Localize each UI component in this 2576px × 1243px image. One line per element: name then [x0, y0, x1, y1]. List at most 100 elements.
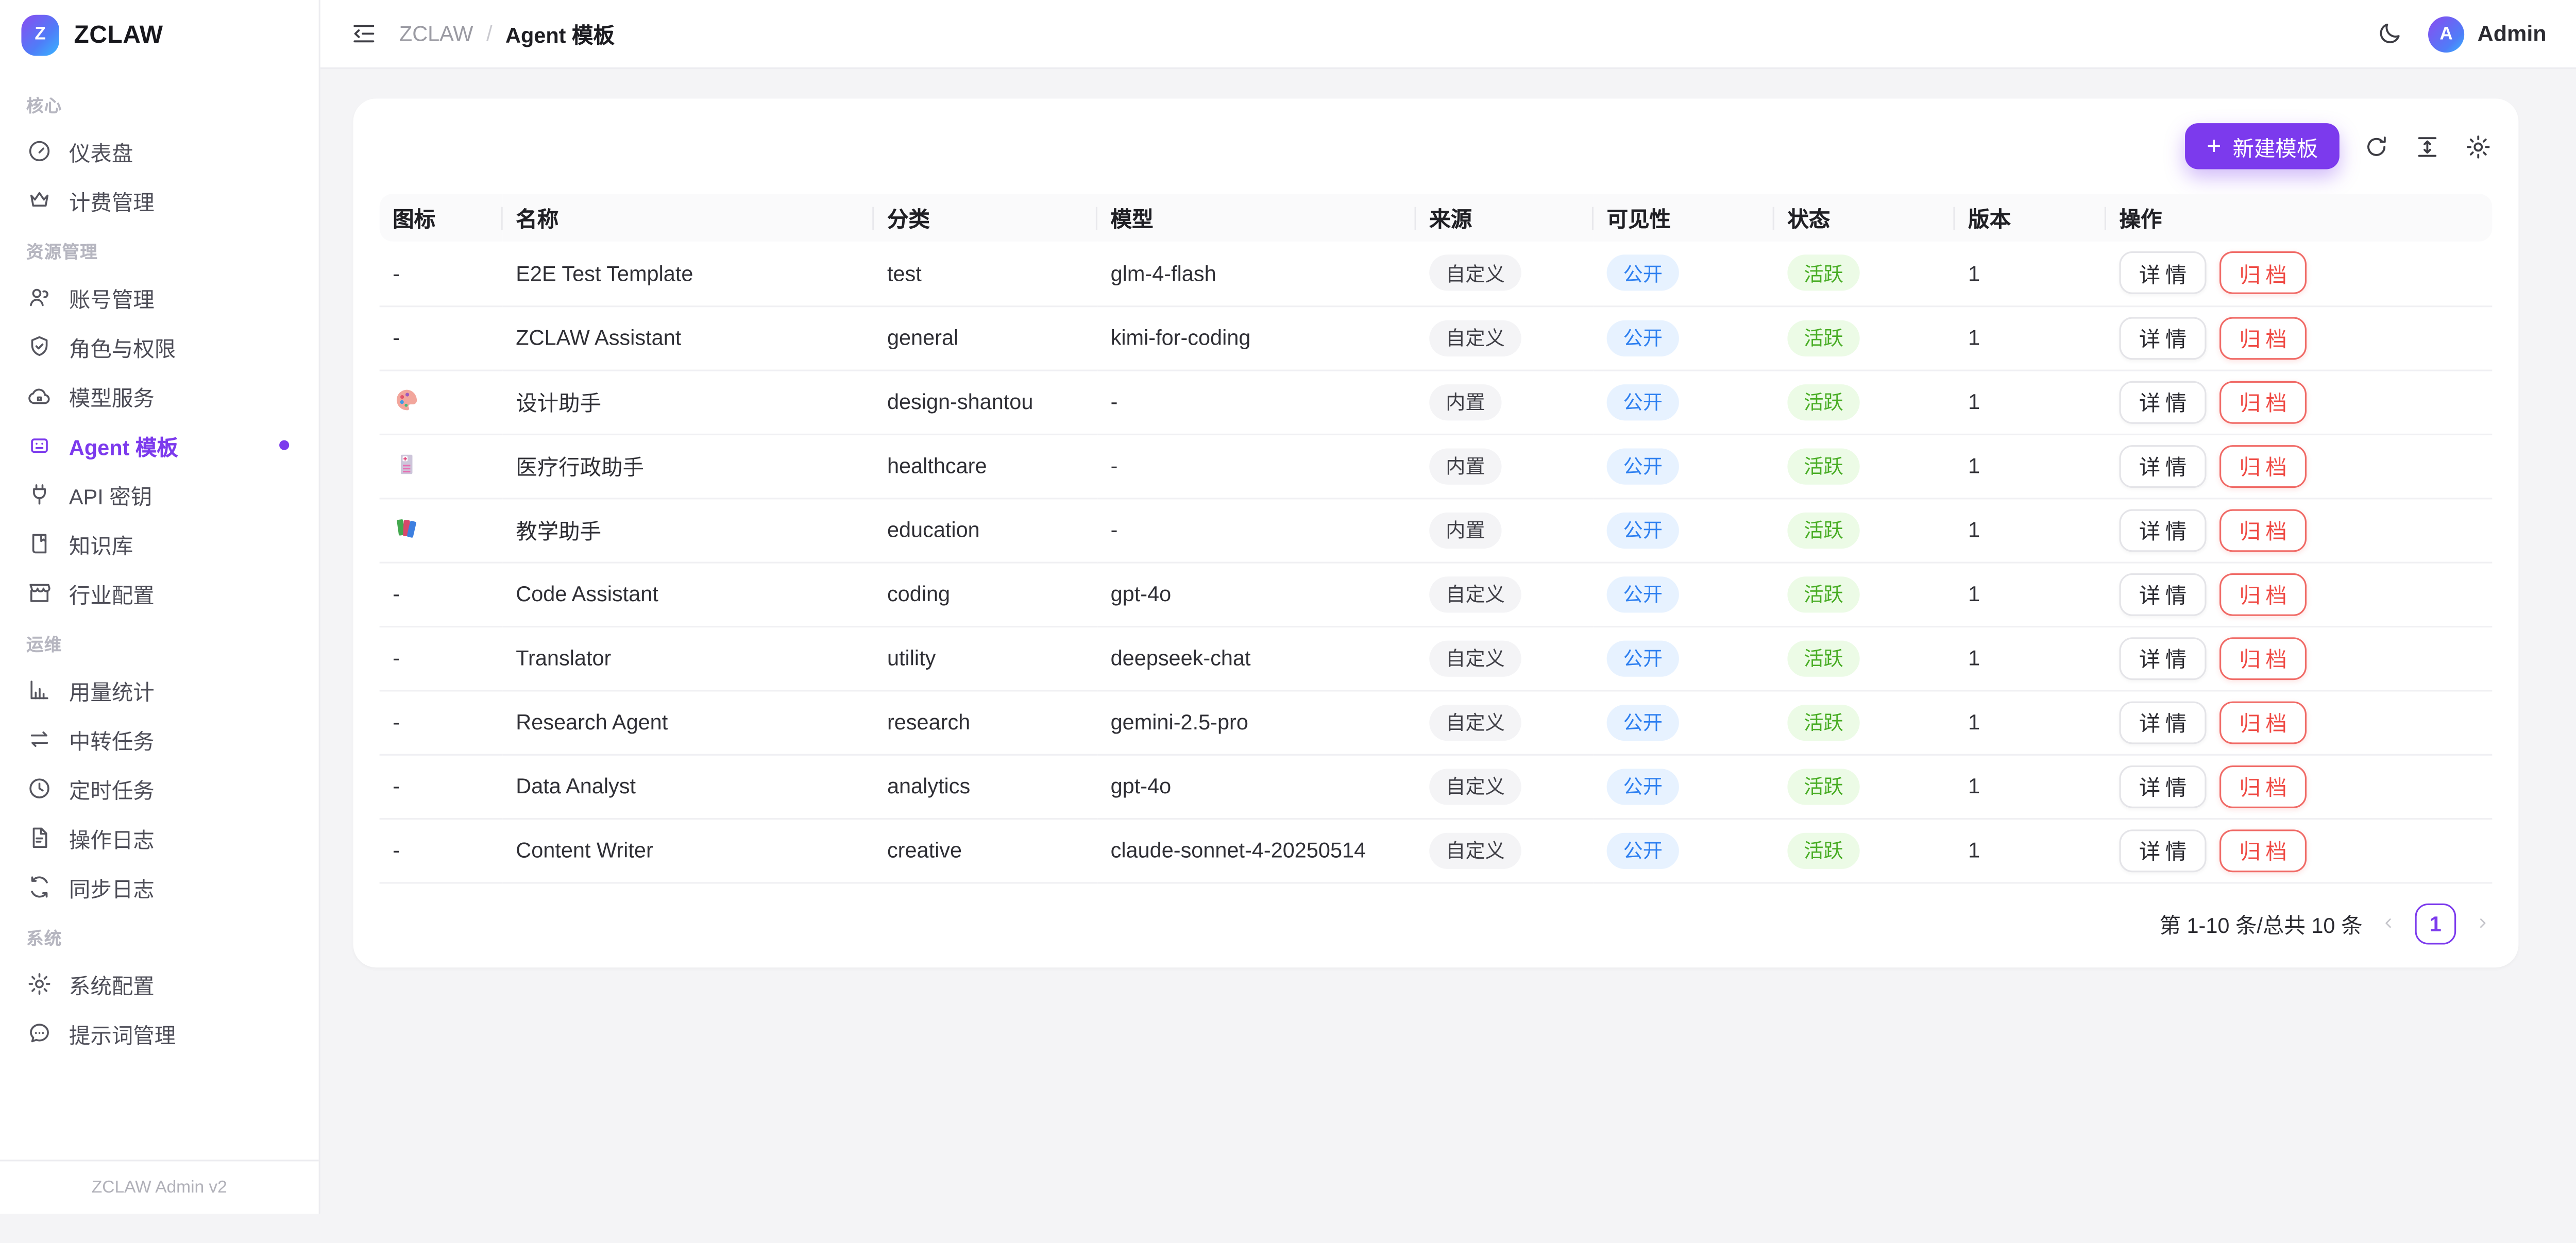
detail-button[interactable]: 详情: [2120, 764, 2207, 807]
status-badge: 活跃: [1787, 512, 1859, 548]
archive-button[interactable]: 归档: [2219, 572, 2307, 615]
sidebar-item-scheduled-tasks[interactable]: 定时任务: [13, 764, 306, 813]
sidebar-item-label: 角色与权限: [69, 331, 176, 363]
sidebar-item-roles-permissions[interactable]: 角色与权限: [13, 322, 306, 371]
bar-chart-icon: [26, 677, 53, 703]
cell-icon: [380, 369, 503, 433]
sidebar-item-api-keys[interactable]: API 密钥: [13, 470, 306, 519]
page-1-button[interactable]: 1: [2415, 903, 2456, 944]
archive-button[interactable]: 归档: [2219, 829, 2307, 872]
archive-button[interactable]: 归档: [2219, 316, 2307, 359]
cell-name: Research Agent: [503, 690, 874, 754]
cell-actions: 详情归档: [2106, 434, 2492, 498]
cell-version: 1: [1955, 305, 2106, 369]
cell-source: 自定义: [1416, 690, 1594, 754]
cell-status: 活跃: [1774, 242, 1955, 305]
sidebar-item-usage-stats[interactable]: 用量统计: [13, 665, 306, 714]
status-badge: 活跃: [1787, 448, 1859, 484]
archive-button[interactable]: 归档: [2219, 637, 2307, 679]
detail-button[interactable]: 详情: [2120, 445, 2207, 487]
chevron-right-icon: [2472, 913, 2492, 933]
detail-button[interactable]: 详情: [2120, 508, 2207, 551]
column-settings-button[interactable]: [2464, 132, 2492, 160]
status-badge: 活跃: [1787, 640, 1859, 676]
theme-toggle-button[interactable]: [2376, 20, 2403, 47]
column-header-6: 状态: [1774, 194, 1955, 241]
refresh-button[interactable]: [2362, 132, 2390, 160]
hospital-emoji-icon: [393, 449, 420, 477]
sidebar-item-operation-logs[interactable]: 操作日志: [13, 813, 306, 862]
cell-name: Data Analyst: [503, 754, 874, 818]
sidebar-item-relay-tasks[interactable]: 中转任务: [13, 714, 306, 764]
source-badge: 自定义: [1429, 255, 1521, 291]
archive-button[interactable]: 归档: [2219, 445, 2307, 487]
sidebar-item-model-services[interactable]: 模型服务: [13, 371, 306, 421]
cell-actions: 详情归档: [2106, 754, 2492, 818]
cell-status: 活跃: [1774, 818, 1955, 882]
source-badge: 自定义: [1429, 832, 1521, 868]
source-badge: 自定义: [1429, 319, 1521, 355]
sidebar-item-sync-logs[interactable]: 同步日志: [13, 862, 306, 912]
detail-button[interactable]: 详情: [2120, 637, 2207, 679]
pagination-summary: 第 1-10 条/总共 10 条: [2159, 908, 2362, 939]
sidebar-item-billing[interactable]: 计费管理: [13, 176, 306, 225]
sidebar-item-label: 定时任务: [69, 773, 155, 804]
sidebar-item-prompt-management[interactable]: 提示词管理: [13, 1009, 306, 1058]
sidebar-item-agent-templates[interactable]: Agent 模板: [13, 420, 306, 470]
active-dot-indicator: [279, 440, 289, 450]
cell-version: 1: [1955, 754, 2106, 818]
column-header-4: 来源: [1416, 194, 1594, 241]
sidebar-item-knowledge-base[interactable]: 知识库: [13, 519, 306, 569]
column-header-0: 图标: [380, 194, 503, 241]
sidebar-item-label: 同步日志: [69, 872, 155, 903]
sidebar-item-label: 操作日志: [69, 822, 155, 854]
visibility-badge: 公开: [1607, 255, 1679, 291]
breadcrumb-root[interactable]: ZCLAW: [399, 21, 473, 46]
sidebar-item-accounts[interactable]: 账号管理: [13, 273, 306, 322]
cell-actions: 详情归档: [2106, 690, 2492, 754]
cell-source: 自定义: [1416, 754, 1594, 818]
detail-button[interactable]: 详情: [2120, 252, 2207, 295]
source-badge: 内置: [1429, 512, 1501, 548]
topbar-right: A Admin: [2376, 15, 2547, 52]
archive-button[interactable]: 归档: [2219, 701, 2307, 743]
archive-button[interactable]: 归档: [2219, 380, 2307, 423]
detail-button[interactable]: 详情: [2120, 829, 2207, 872]
cell-name: Content Writer: [503, 818, 874, 882]
sidebar-item-system-config[interactable]: 系统配置: [13, 959, 306, 1009]
detail-button[interactable]: 详情: [2120, 701, 2207, 743]
cell-visibility: 公开: [1594, 369, 1774, 433]
app-window: Z ZCLAW 核心仪表盘计费管理资源管理账号管理角色与权限模型服务Agent …: [0, 0, 2576, 1214]
column-header-8: 操作: [2106, 194, 2492, 241]
sidebar-item-label: 仪表盘: [69, 135, 133, 167]
prev-page-button[interactable]: [2379, 913, 2398, 933]
cell-category: general: [874, 305, 1097, 369]
archive-button[interactable]: 归档: [2219, 764, 2307, 807]
artist-palette-emoji-icon: [393, 385, 420, 413]
detail-button[interactable]: 详情: [2120, 572, 2207, 615]
sync-icon: [26, 874, 53, 900]
detail-button[interactable]: 详情: [2120, 316, 2207, 359]
sidebar-item-industry-config[interactable]: 行业配置: [13, 568, 306, 618]
sidebar-item-label: 系统配置: [69, 968, 155, 1000]
sidebar-collapse-button[interactable]: [350, 20, 378, 47]
cell-icon: -: [380, 242, 503, 305]
user-name: Admin: [2478, 21, 2547, 46]
cell-status: 活跃: [1774, 369, 1955, 433]
density-button[interactable]: [2413, 132, 2441, 160]
user-menu[interactable]: A Admin: [2428, 15, 2547, 52]
cell-visibility: 公开: [1594, 690, 1774, 754]
archive-button[interactable]: 归档: [2219, 252, 2307, 295]
sidebar-item-label: API 密钥: [69, 479, 152, 510]
archive-button[interactable]: 归档: [2219, 508, 2307, 551]
create-template-button[interactable]: + 新建模板: [2185, 123, 2340, 169]
cell-model: gpt-4o: [1097, 754, 1416, 818]
cell-actions: 详情归档: [2106, 498, 2492, 561]
detail-button[interactable]: 详情: [2120, 380, 2207, 423]
gauge-icon: [26, 138, 53, 164]
books-emoji-icon: [393, 513, 420, 541]
table-row: -Translatorutilitydeepseek-chat自定义公开活跃1详…: [380, 626, 2493, 690]
sidebar-item-dashboard[interactable]: 仪表盘: [13, 127, 306, 176]
brand-logo: Z: [21, 14, 59, 55]
next-page-button[interactable]: [2472, 913, 2492, 933]
